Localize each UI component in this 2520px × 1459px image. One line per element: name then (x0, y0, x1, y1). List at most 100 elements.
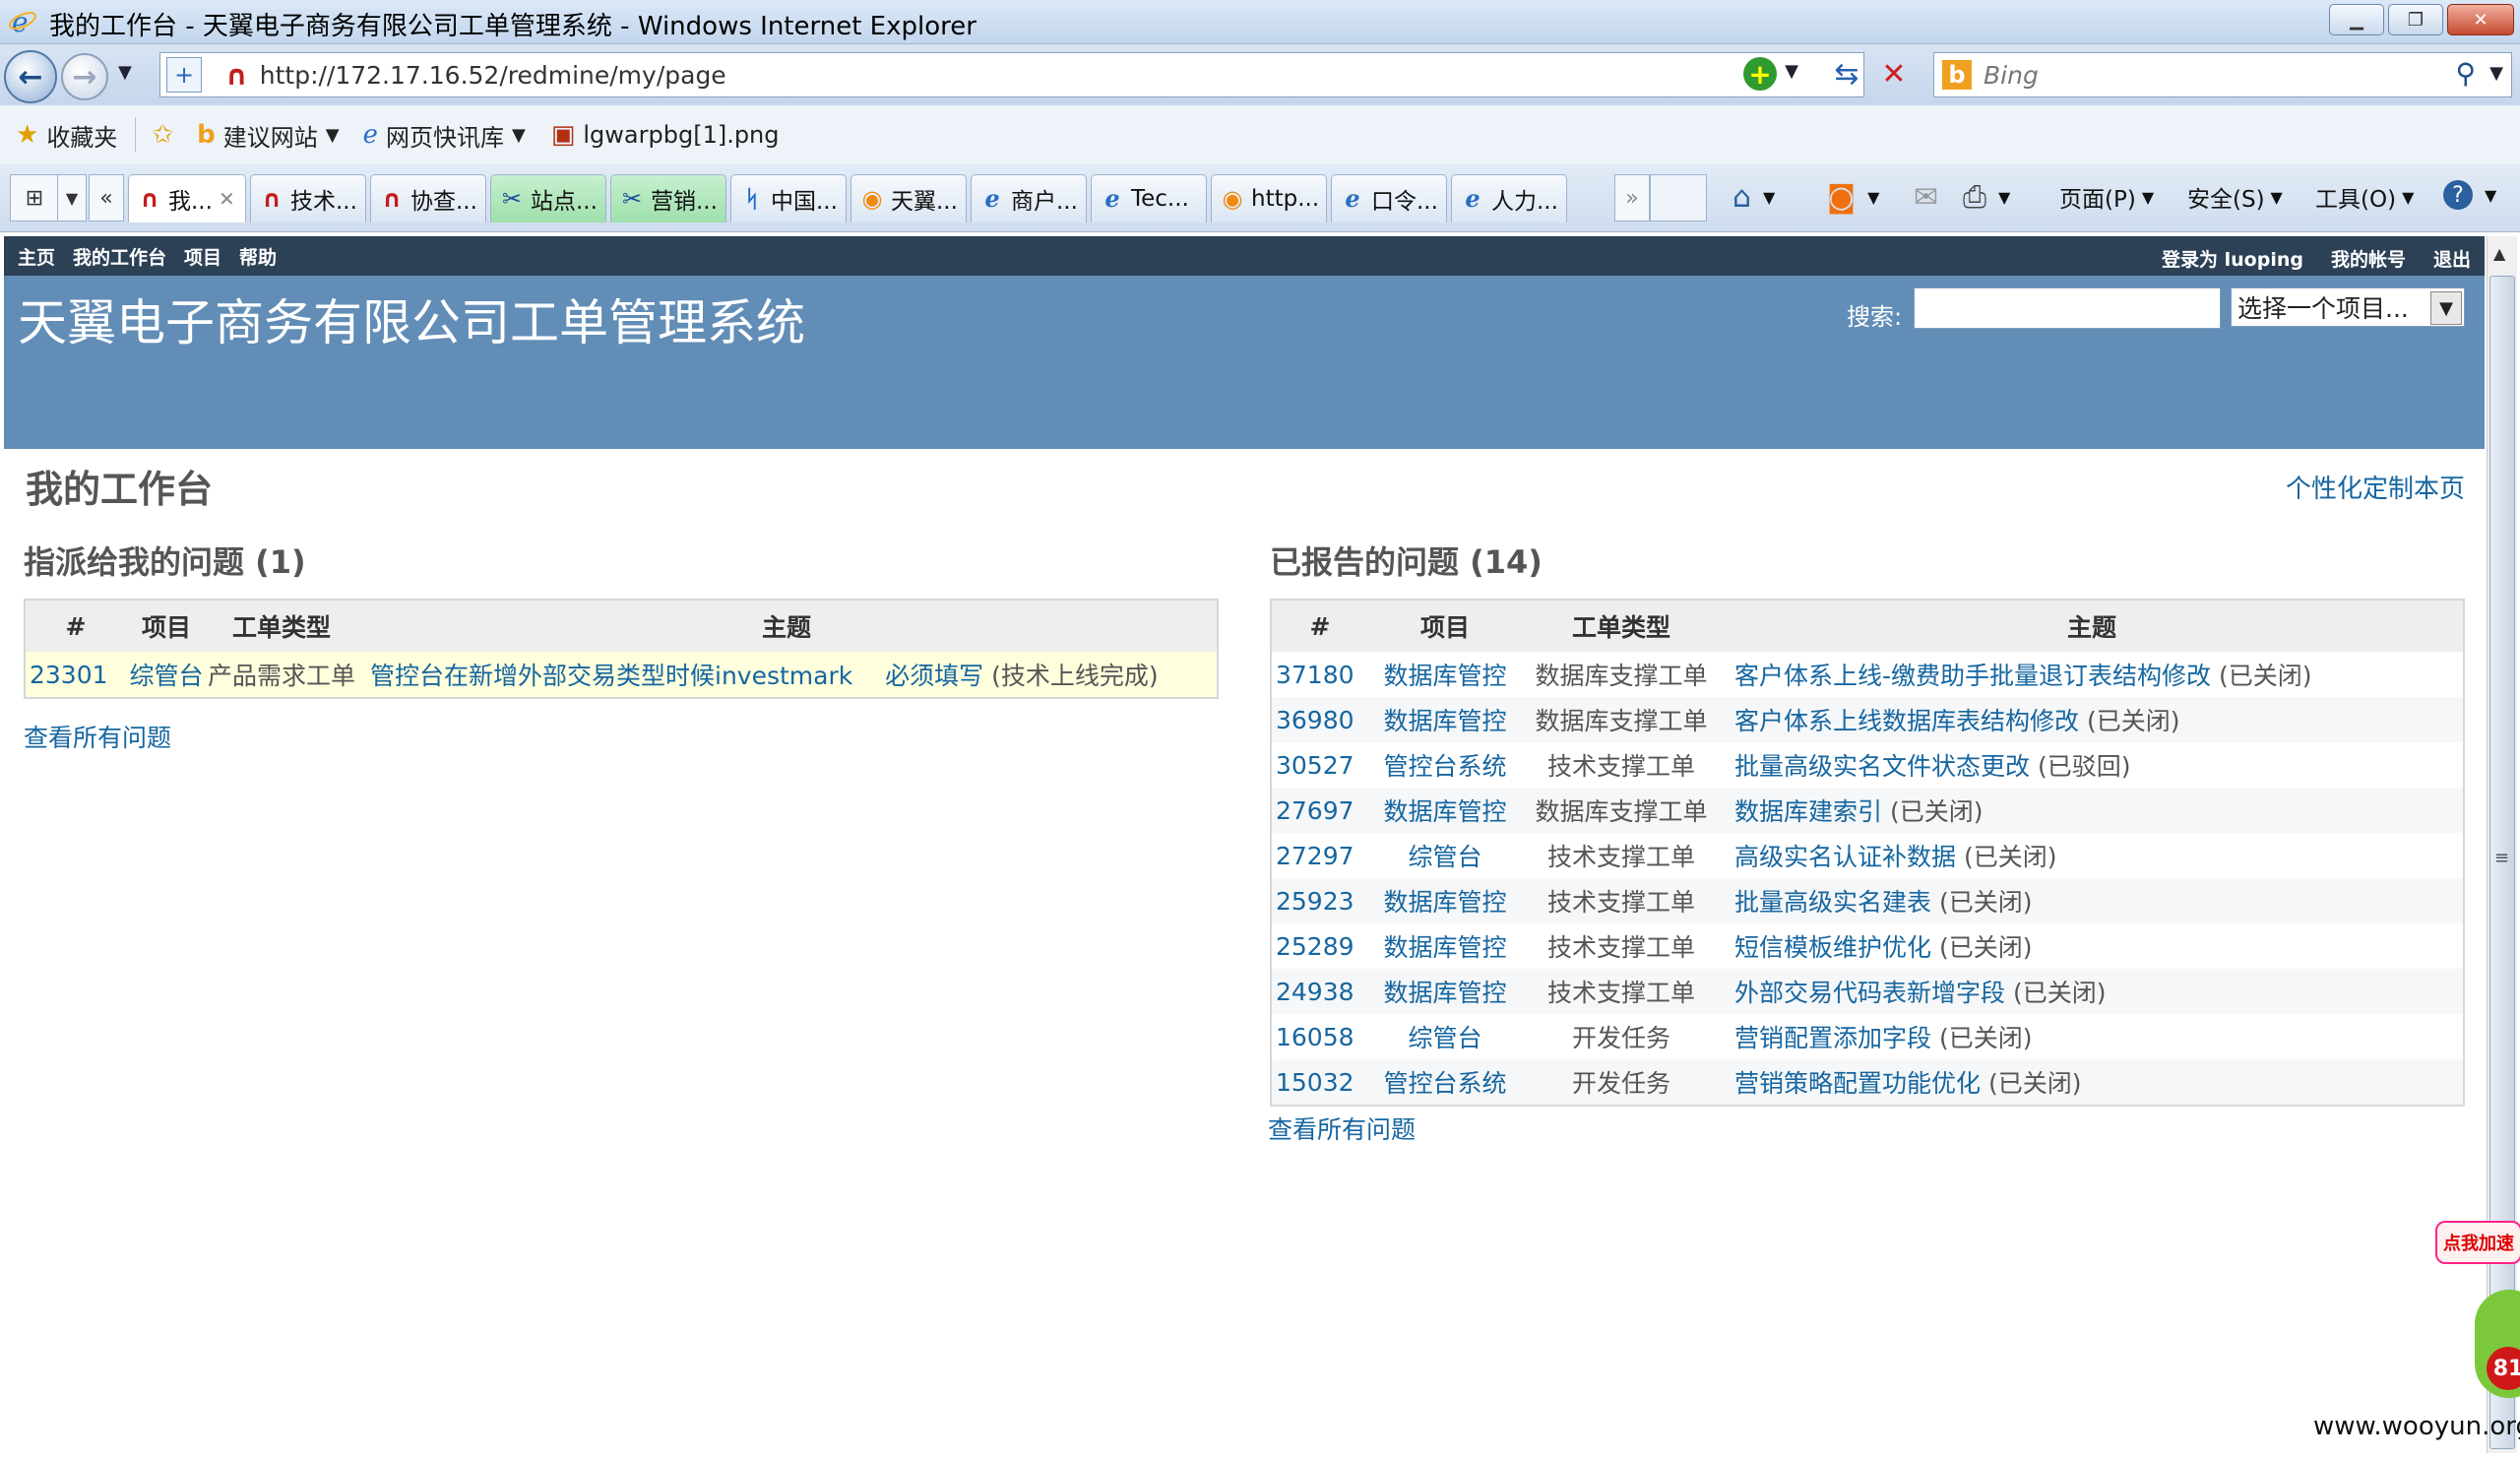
issue-subject-link[interactable]: 批量高级实名建表 (1734, 888, 1931, 917)
home-button[interactable]: ⌂ ▼ (1732, 180, 1775, 215)
column-header[interactable]: 主题 (356, 600, 1218, 652)
column-header[interactable]: 项目 (1368, 600, 1522, 652)
tools-menu[interactable]: 工具(O) ▼ (2315, 180, 2414, 214)
close-window-button[interactable]: ✕ (2447, 4, 2514, 35)
restore-button[interactable]: ❐ (2388, 4, 2443, 35)
page-menu[interactable]: 页面(P) ▼ (2059, 180, 2154, 214)
issue-id-link[interactable]: 15032 (1276, 1068, 1354, 1097)
pinned-image-link[interactable]: ▣ lgwarpbg[1].png (551, 120, 780, 150)
my-account-link[interactable]: 我的帐号 (2331, 245, 2406, 272)
print-button[interactable]: ⎙ ▼ (1963, 180, 2010, 215)
search-dropdown-icon[interactable]: ▼ (2489, 63, 2503, 84)
issue-id-link[interactable]: 16058 (1276, 1023, 1354, 1051)
project-link[interactable]: 数据库管控 (1383, 933, 1506, 962)
issue-subject-link[interactable]: 客户体系上线-缴费助手批量退订表结构修改 (1734, 662, 2211, 690)
stop-icon[interactable]: ✕ (1874, 54, 1914, 94)
issue-id-link[interactable]: 24938 (1276, 978, 1354, 1006)
refresh-icon[interactable]: ⇆ (1827, 54, 1866, 94)
add-to-favorites-bar-button[interactable]: ✩ (152, 120, 181, 150)
search-input[interactable] (1914, 287, 2221, 329)
logout-link[interactable]: 退出 (2433, 245, 2471, 272)
customize-page-link[interactable]: 个性化定制本页 (2286, 469, 2465, 505)
browser-tab[interactable]: ✂ 站点... (490, 174, 606, 222)
browser-tab[interactable]: ◉ 天翼... (850, 174, 967, 222)
project-link[interactable]: 数据库管控 (1383, 662, 1506, 690)
issue-subject-link[interactable]: 数据库建索引 (1734, 797, 1882, 826)
browser-tab[interactable]: ℯ Tec... (1091, 174, 1207, 222)
issue-subject-link[interactable]: 管控台在新增外部交易类型时候investmark 必须填写 (370, 662, 983, 690)
scroll-up-icon[interactable]: ▲ (2493, 244, 2505, 263)
issue-subject-link[interactable]: 外部交易代码表新增字段 (1734, 979, 2005, 1007)
issue-subject-link[interactable]: 客户体系上线数据库表结构修改 (1734, 707, 2079, 735)
project-link[interactable]: 数据库管控 (1383, 888, 1506, 917)
issue-id-link[interactable]: 27697 (1276, 796, 1354, 825)
url-field[interactable]: http://172.17.16.52/redmine/my/page (260, 61, 726, 90)
column-header[interactable]: # (1271, 600, 1368, 652)
mail-button[interactable]: ✉ (1914, 180, 1944, 215)
safety-menu[interactable]: 安全(S) ▼ (2187, 180, 2283, 214)
quick-tabs-icon[interactable]: ⊞ (10, 174, 59, 222)
scroll-tabs-left-icon[interactable]: « (89, 174, 124, 222)
issue-subject-link[interactable]: 高级实名认证补数据 (1734, 843, 1956, 871)
scroll-tabs-right-icon[interactable]: » (1614, 174, 1650, 222)
project-link[interactable]: 综管台 (1408, 843, 1481, 871)
menu-home[interactable]: 主页 (18, 247, 55, 269)
tab-list-dropdown-icon[interactable]: ▼ (57, 174, 87, 222)
menu-my-page[interactable]: 我的工作台 (73, 247, 166, 269)
issue-subject-link[interactable]: 短信模板维护优化 (1734, 933, 1931, 962)
reported-view-all-link[interactable]: 查看所有问题 (1268, 1110, 1416, 1146)
column-header[interactable]: 工单类型 (207, 600, 357, 652)
project-link[interactable]: 综管台 (129, 662, 203, 690)
feeds-button[interactable]: ◙ ▼ (1827, 180, 1879, 215)
accelerate-bubble[interactable]: 点我加速 (2435, 1221, 2520, 1264)
project-link[interactable]: 管控台系统 (1383, 1069, 1506, 1098)
project-link[interactable]: 数据库管控 (1383, 797, 1506, 826)
menu-projects[interactable]: 项目 (184, 247, 221, 269)
username[interactable]: luoping (2225, 249, 2303, 271)
history-dropdown-icon[interactable]: ▼ (118, 62, 132, 83)
browser-tab[interactable]: ℯ 人力... (1451, 174, 1567, 222)
add-favorite-icon[interactable]: + (166, 57, 202, 93)
project-link[interactable]: 综管台 (1408, 1024, 1481, 1052)
favorites-button[interactable]: ★ 收藏夹 (16, 118, 117, 153)
column-header[interactable]: 工单类型 (1522, 600, 1721, 652)
column-header[interactable]: # (25, 600, 126, 652)
menu-help[interactable]: 帮助 (239, 247, 277, 269)
address-bar[interactable]: + ∩ http://172.17.16.52/redmine/my/page … (159, 52, 1864, 97)
issue-id-link[interactable]: 37180 (1276, 661, 1354, 689)
suggested-sites-button[interactable]: b 建议网站 ▼ (197, 118, 339, 153)
issue-subject-link[interactable]: 营销策略配置功能优化 (1734, 1069, 1981, 1098)
column-header[interactable]: 主题 (1721, 600, 2464, 652)
issue-id-link[interactable]: 23301 (30, 661, 108, 689)
browser-tab[interactable]: ∩ 技术... (250, 174, 366, 222)
forward-button[interactable]: → (61, 53, 108, 100)
browser-tab[interactable]: ◉ http... (1211, 174, 1327, 222)
project-select[interactable]: 选择一个项目... ▼ (2231, 287, 2465, 327)
issue-id-link[interactable]: 36980 (1276, 706, 1354, 734)
browser-tab[interactable]: ℯ 口令... (1331, 174, 1447, 222)
new-tab-button[interactable] (1650, 174, 1707, 222)
search-icon[interactable]: ⚲ (2455, 57, 2476, 90)
issue-id-link[interactable]: 25289 (1276, 932, 1354, 961)
back-button[interactable]: ← (4, 50, 57, 103)
browser-tab[interactable]: ✂ 营销... (610, 174, 726, 222)
browser-tab[interactable]: ℯ 商户... (971, 174, 1087, 222)
search-box[interactable]: b Bing ⚲ ▼ (1933, 52, 2512, 97)
compatibility-view-icon[interactable]: + (1743, 57, 1777, 91)
accelerator-widget[interactable]: 点我加速 81 (2429, 1221, 2520, 1418)
browser-tab[interactable]: ᛋ 中国... (730, 174, 847, 222)
project-link[interactable]: 数据库管控 (1383, 707, 1506, 735)
address-dropdown-icon[interactable]: ▼ (1785, 61, 1798, 82)
assigned-view-all-link[interactable]: 查看所有问题 (24, 719, 171, 754)
issue-subject-link[interactable]: 营销配置添加字段 (1734, 1024, 1931, 1052)
issue-id-link[interactable]: 27297 (1276, 842, 1354, 870)
issue-subject-link[interactable]: 批量高级实名文件状态更改 (1734, 752, 2030, 781)
column-header[interactable]: 项目 (126, 600, 207, 652)
project-link[interactable]: 管控台系统 (1383, 752, 1506, 781)
minimize-button[interactable]: ▁ (2329, 4, 2384, 35)
issue-id-link[interactable]: 25923 (1276, 887, 1354, 916)
issue-id-link[interactable]: 30527 (1276, 751, 1354, 780)
browser-tab[interactable]: ∩ 我... ✕ (128, 174, 246, 222)
close-tab-icon[interactable]: ✕ (219, 187, 235, 211)
browser-tab[interactable]: ∩ 协查... (370, 174, 486, 222)
